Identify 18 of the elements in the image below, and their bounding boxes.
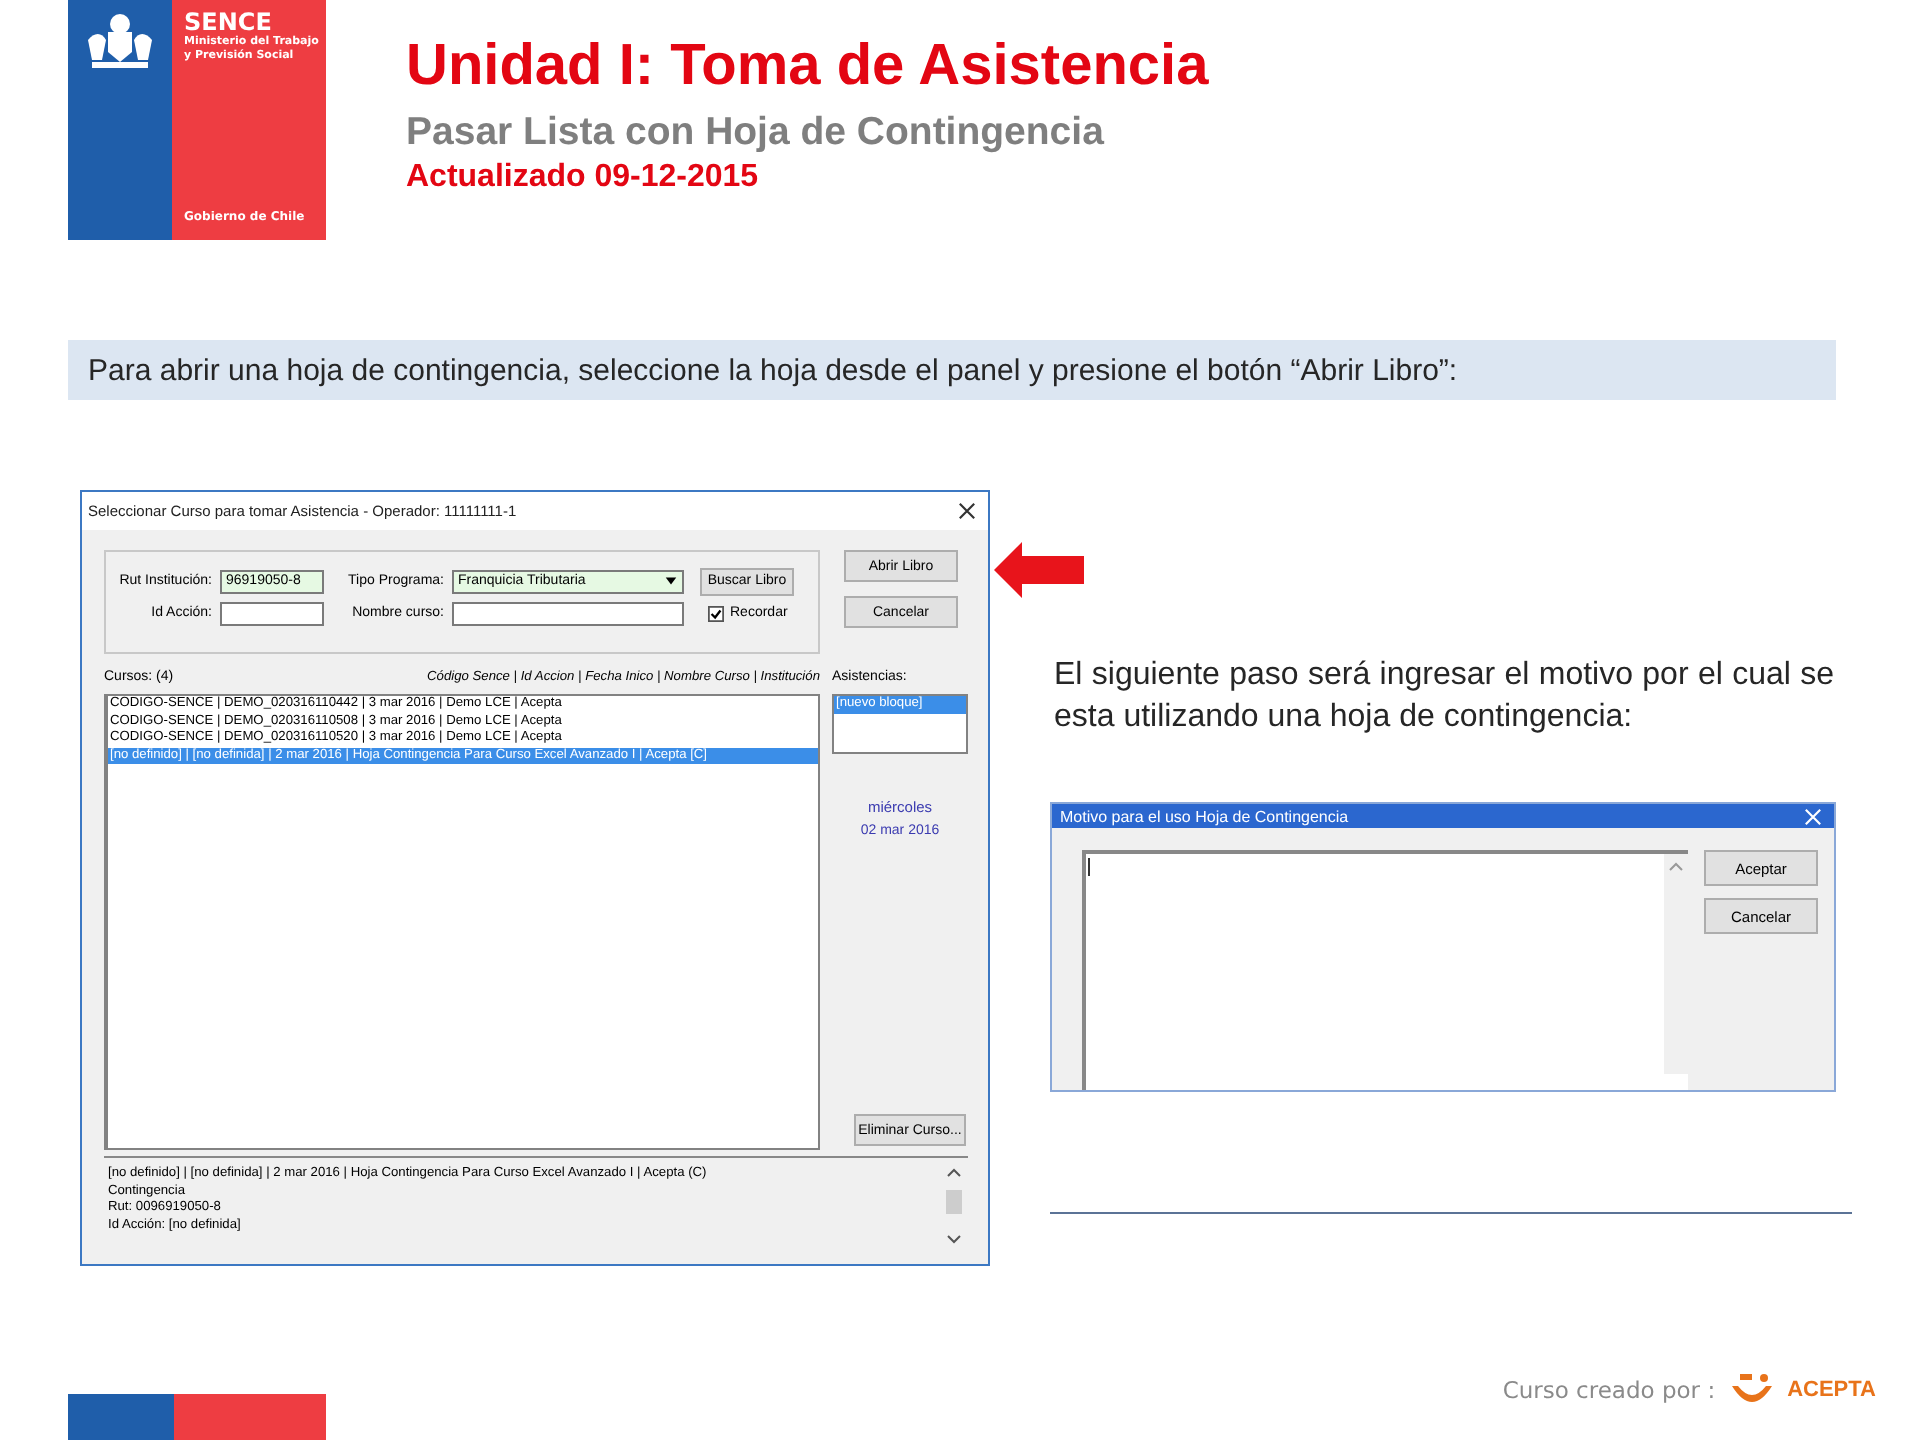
close-icon[interactable] <box>958 502 976 520</box>
course-name-field[interactable] <box>452 601 684 625</box>
checkbox[interactable] <box>708 605 724 621</box>
credit-text: Curso creado por : <box>1502 1376 1716 1404</box>
dropdown-arrow-icon <box>664 574 678 588</box>
brand-name: ACEPTA <box>1787 1378 1876 1402</box>
scrollbar[interactable] <box>944 1166 964 1246</box>
action-id-field[interactable] <box>220 601 324 625</box>
window-title: Motivo para el uso Hoja de Contingencia <box>1060 807 1349 825</box>
arrow-icon <box>994 540 1086 600</box>
logo-name: SENCE <box>184 8 273 36</box>
next-step-text: El siguiente paso será ingresar el motivo por el cual se esta utilizando una hoja de contingencia: <box>1054 656 1834 738</box>
scrollbar[interactable] <box>1664 854 1688 1074</box>
slide-subtitle: Pasar Lista con Hoja de Contingencia <box>406 108 1107 156</box>
slide-title: Unidad I: Toma de Asistencia <box>406 32 1209 100</box>
reason-field[interactable] <box>1082 850 1688 1090</box>
update-date: Actualizado 09-12-2015 <box>406 158 761 198</box>
instruction-text: Para abrir una hoja de contingencia, seleccione la hoja desde el panel y presione el botón “Abrir Libro”: <box>88 353 1458 387</box>
